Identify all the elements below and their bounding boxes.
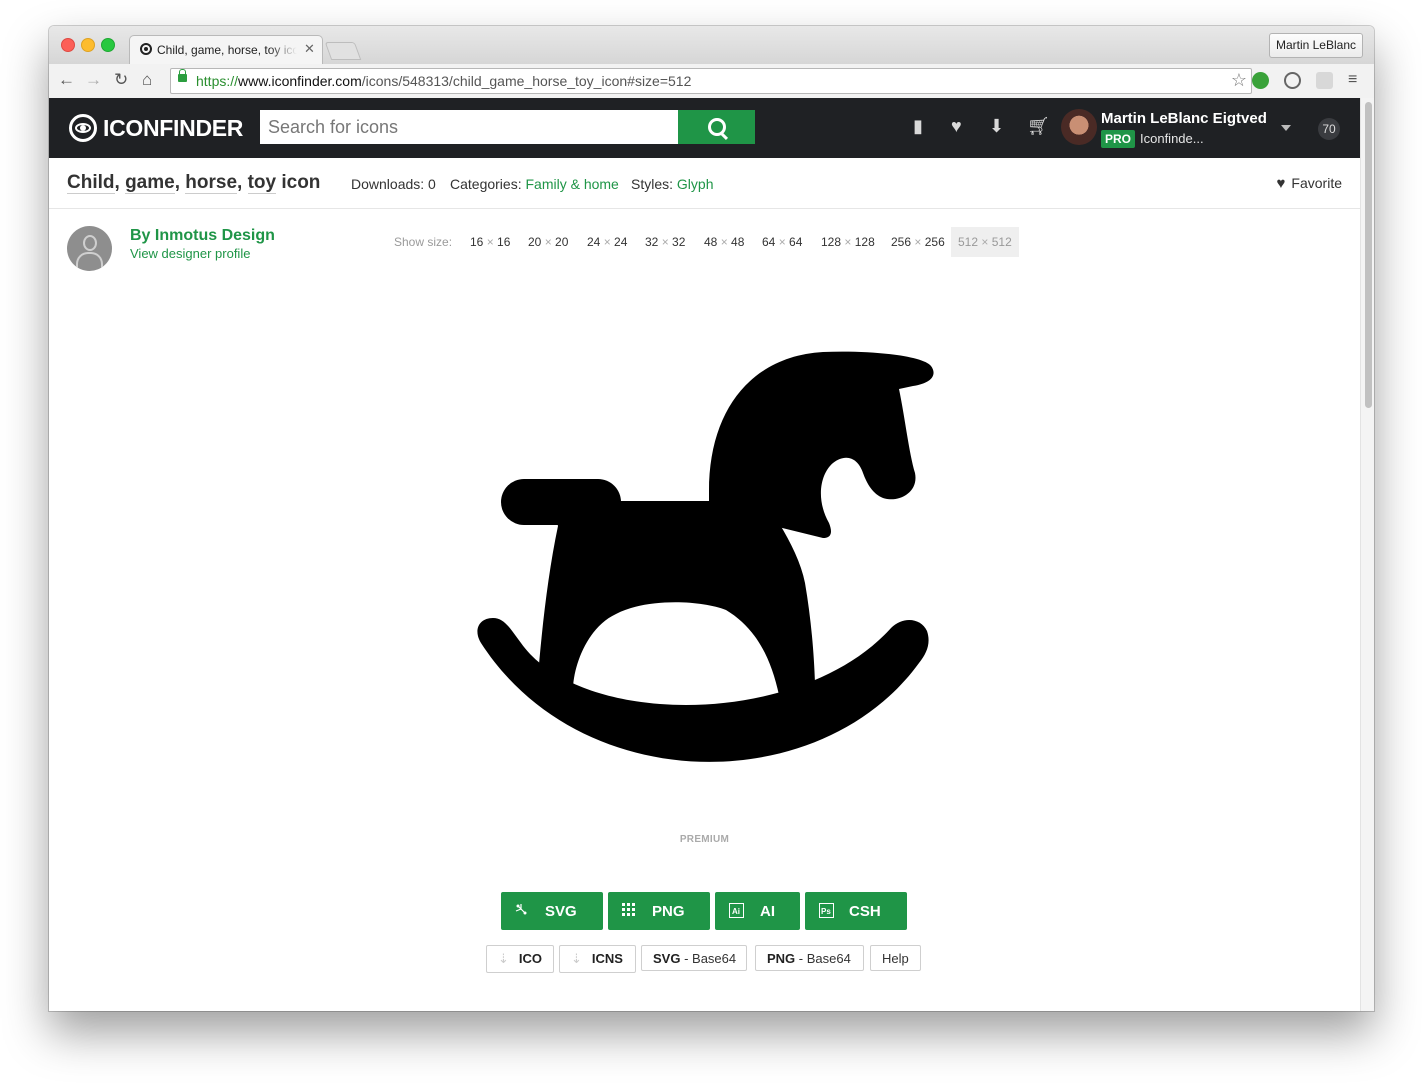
new-tab-button[interactable] bbox=[324, 42, 362, 60]
tab-close-icon[interactable]: ✕ bbox=[304, 41, 315, 57]
designer-avatar[interactable] bbox=[67, 226, 112, 271]
illustrator-file-icon: Ai bbox=[729, 903, 744, 918]
menu-icon[interactable]: ≡ bbox=[1348, 71, 1357, 89]
page-scrollbar[interactable] bbox=[1360, 98, 1374, 1011]
tab-title: Child, game, horse, toy icon bbox=[157, 43, 297, 57]
categories: Categories: Family & home bbox=[450, 176, 619, 192]
tag-link[interactable]: game bbox=[125, 172, 175, 194]
size-option-512[interactable]: 512 × 512 bbox=[951, 227, 1019, 257]
user-org[interactable]: Iconfinde... bbox=[1140, 131, 1204, 146]
search-input[interactable] bbox=[260, 110, 678, 144]
download-ai-button[interactable]: Ai AI bbox=[715, 892, 800, 930]
category-link[interactable]: Family & home bbox=[525, 176, 618, 192]
style-link[interactable]: Glyph bbox=[677, 176, 714, 192]
lock-icon bbox=[178, 69, 187, 82]
pro-badge: PRO bbox=[1101, 130, 1136, 148]
size-option-256[interactable]: 256 × 256 bbox=[884, 227, 952, 257]
size-option-24[interactable]: 24 × 24 bbox=[580, 227, 634, 257]
zoom-window-button[interactable] bbox=[101, 38, 115, 52]
tag-link[interactable]: horse bbox=[185, 172, 238, 194]
size-option-64[interactable]: 64 × 64 bbox=[755, 227, 809, 257]
downloads-count: Downloads: 0 bbox=[351, 176, 436, 192]
scrollbar-thumb[interactable] bbox=[1365, 102, 1372, 408]
site-header: ICONFINDER ▮ ♥ ⬇ 🛒︎ Martin LeBlanc Eigtv… bbox=[49, 98, 1360, 158]
url-text[interactable]: https://www.iconfinder.com/icons/548313/… bbox=[196, 73, 691, 89]
user-name[interactable]: Martin LeBlanc Eigtved bbox=[1101, 110, 1267, 127]
reload-icon[interactable]: ↻ bbox=[114, 71, 128, 89]
svg-text:Ai: Ai bbox=[732, 907, 740, 916]
browser-toolbar: ← → ↻ ⌂ https://www.iconfinder.com/icons… bbox=[49, 64, 1374, 99]
download-png-button[interactable]: PNG bbox=[608, 892, 710, 930]
page-title: Child, game, horse, toy icon bbox=[67, 172, 321, 194]
designer-profile-link[interactable]: View designer profile bbox=[130, 246, 250, 261]
back-icon[interactable]: ← bbox=[58, 71, 75, 89]
size-option-16[interactable]: 16 × 16 bbox=[463, 227, 517, 257]
minimize-window-button[interactable] bbox=[81, 38, 95, 52]
home-icon[interactable]: ⌂ bbox=[142, 71, 152, 89]
size-option-20[interactable]: 20 × 20 bbox=[521, 227, 575, 257]
iconfinder-favicon-icon bbox=[140, 43, 152, 55]
extension-green-icon[interactable] bbox=[1252, 72, 1269, 89]
notification-badge[interactable]: 70 bbox=[1318, 118, 1340, 140]
search-button[interactable] bbox=[678, 110, 755, 144]
download-csh-button[interactable]: Ps CSH bbox=[805, 892, 907, 930]
title-suffix: icon bbox=[281, 172, 321, 193]
help-button[interactable]: Help bbox=[870, 945, 921, 971]
download-svg-button[interactable]: SVG bbox=[501, 892, 603, 930]
address-bar[interactable]: https://www.iconfinder.com/icons/548313/… bbox=[170, 68, 1252, 94]
png-base64-button[interactable]: PNG - Base64 bbox=[755, 945, 864, 971]
styles: Styles: Glyph bbox=[631, 176, 714, 192]
cart-icon[interactable]: 🛒︎ bbox=[1027, 116, 1050, 136]
pixel-grid-icon bbox=[622, 903, 635, 916]
heart-icon: ♥ bbox=[1276, 175, 1286, 192]
show-size-label: Show size: bbox=[394, 235, 453, 249]
chevron-down-icon[interactable] bbox=[1281, 125, 1291, 131]
tag-link[interactable]: toy bbox=[247, 172, 277, 194]
site-logo[interactable]: ICONFINDER bbox=[103, 115, 243, 142]
size-option-32[interactable]: 32 × 32 bbox=[638, 227, 692, 257]
designer-name[interactable]: By Inmotus Design bbox=[130, 227, 275, 245]
iconfinder-logo-icon[interactable] bbox=[69, 114, 97, 142]
download-icns-button[interactable]: ⇣ ICNS bbox=[559, 945, 636, 973]
star-icon[interactable]: ☆ bbox=[1231, 70, 1247, 91]
premium-label: PREMIUM bbox=[679, 834, 730, 845]
tab-strip: Child, game, horse, toy icon ✕ Martin Le… bbox=[49, 26, 1374, 65]
size-option-48[interactable]: 48 × 48 bbox=[697, 227, 751, 257]
forward-icon[interactable]: → bbox=[85, 71, 102, 89]
close-window-button[interactable] bbox=[61, 38, 75, 52]
download-ico-button[interactable]: ⇣ ICO bbox=[486, 945, 554, 973]
svg-base64-button[interactable]: SVG - Base64 bbox=[641, 945, 747, 971]
mug-icon[interactable]: ▮ bbox=[913, 116, 923, 136]
vector-path-icon bbox=[515, 904, 527, 915]
heart-icon[interactable]: ♥ bbox=[951, 116, 962, 136]
size-option-128[interactable]: 128 × 128 bbox=[814, 227, 882, 257]
rocking-horse-icon bbox=[477, 351, 934, 762]
favorite-button[interactable]: ♥ Favorite bbox=[1277, 175, 1342, 192]
profile-button[interactable]: Martin LeBlanc bbox=[1268, 33, 1363, 58]
browser-tab[interactable]: Child, game, horse, toy icon ✕ bbox=[129, 35, 323, 65]
extension-info-icon[interactable] bbox=[1284, 72, 1301, 89]
download-arrow-icon: ⇣ bbox=[498, 951, 509, 966]
browser-window: Child, game, horse, toy icon ✕ Martin Le… bbox=[49, 26, 1374, 1011]
svg-text:Ps: Ps bbox=[821, 907, 831, 916]
download-arrow-icon: ⇣ bbox=[571, 951, 582, 966]
avatar[interactable] bbox=[1061, 109, 1097, 145]
photoshop-file-icon: Ps bbox=[819, 903, 834, 918]
icon-title-bar: Child, game, horse, toy icon Downloads: … bbox=[49, 158, 1360, 209]
download-icon[interactable]: ⬇ bbox=[989, 116, 1004, 136]
tag-link[interactable]: Child bbox=[67, 172, 115, 194]
search-icon bbox=[708, 118, 726, 136]
extension-coupon-icon[interactable] bbox=[1316, 72, 1333, 89]
